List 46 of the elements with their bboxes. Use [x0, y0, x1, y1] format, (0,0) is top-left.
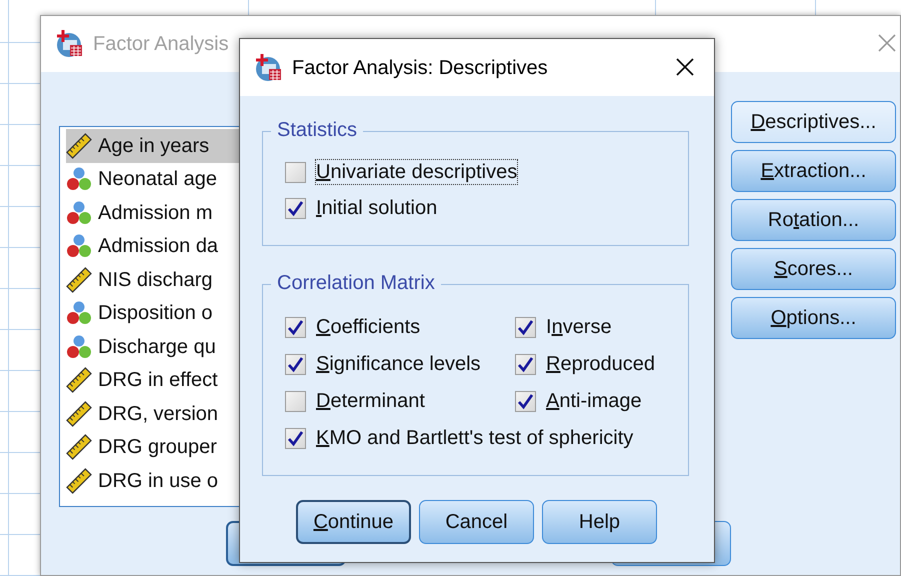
variable-item[interactable]: Neonatal age — [66, 162, 248, 196]
dialog-button[interactable]: Descriptives... — [731, 101, 896, 143]
dialog-button[interactable]: Options... — [731, 297, 896, 339]
checkbox[interactable] — [515, 390, 536, 412]
dialog-button[interactable]: Continue — [296, 500, 411, 544]
variable-item[interactable]: Discharge qu — [66, 330, 248, 364]
checkbox[interactable] — [285, 354, 306, 374]
checkbox[interactable] — [285, 162, 306, 182]
checkbox[interactable] — [285, 390, 306, 412]
variable-item[interactable]: DRG, version — [66, 397, 248, 430]
dialog-button[interactable]: Extraction... — [731, 150, 896, 192]
checkbox[interactable] — [285, 428, 306, 448]
window-title: Factor Analysis — [93, 32, 229, 57]
circles-icon — [66, 300, 92, 326]
circles-icon — [66, 334, 92, 360]
circles-icon — [66, 200, 92, 226]
checkbox-label: Univariate descriptives — [316, 160, 518, 184]
variable-item[interactable]: Admission da — [66, 230, 248, 263]
checkbox-label: Initial solution — [316, 196, 438, 220]
close-icon[interactable] — [676, 58, 694, 76]
variable-item[interactable]: DRG in use o — [66, 464, 248, 498]
dialog-button[interactable]: Help — [542, 500, 657, 544]
variable-item[interactable]: DRG grouper — [66, 430, 248, 464]
dialog-button[interactable]: Rotation... — [731, 199, 896, 241]
app-icon — [55, 29, 85, 59]
checkbox[interactable] — [285, 316, 306, 338]
circles-icon — [66, 166, 92, 192]
circles-icon — [66, 233, 92, 260]
dialog-title: Factor Analysis: Descriptives — [292, 56, 548, 80]
variable-item[interactable]: Admission m — [66, 196, 248, 230]
checkbox-label: Determinant — [316, 389, 425, 413]
dialog-button[interactable]: Cancel — [419, 500, 534, 544]
checkbox-label: Inverse — [546, 315, 612, 339]
app-icon — [254, 52, 284, 82]
checkbox-label: KMO and Bartlett's test of sphericity — [316, 426, 634, 450]
variable-item[interactable]: DRG in effect — [66, 364, 248, 397]
checkbox-label: Anti-image — [546, 389, 642, 413]
checkbox[interactable] — [515, 316, 536, 338]
dialog-button[interactable]: Scores... — [731, 248, 896, 290]
checkbox-label: Reproduced — [546, 352, 655, 376]
checkbox[interactable] — [515, 354, 536, 374]
variable-item[interactable]: NIS discharg — [66, 263, 248, 296]
variable-item[interactable]: Disposition o — [66, 296, 248, 330]
checkbox-label: Coefficients — [316, 315, 420, 339]
checkbox-label: Significance levels — [316, 352, 481, 376]
checkbox[interactable] — [285, 198, 306, 218]
